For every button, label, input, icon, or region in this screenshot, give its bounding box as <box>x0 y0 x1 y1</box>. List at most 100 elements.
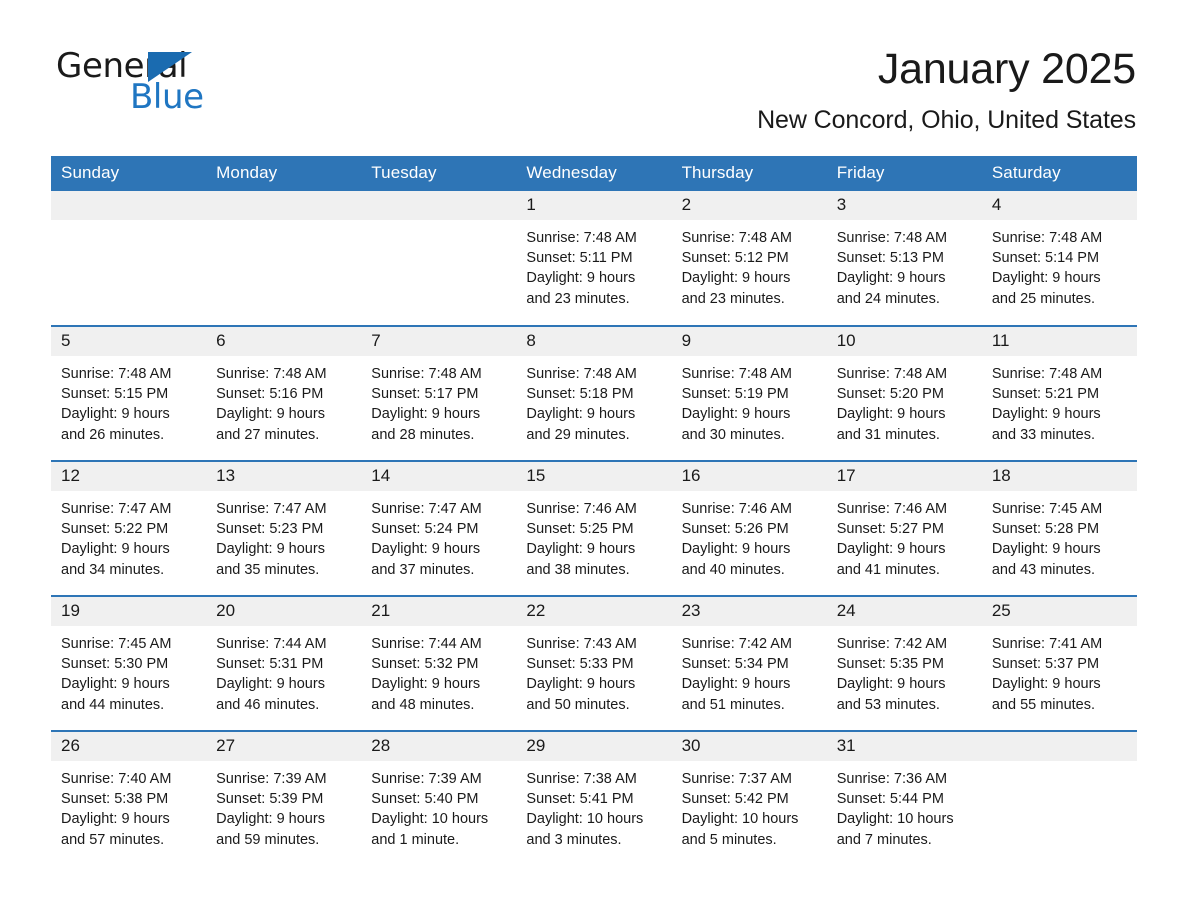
weekday-header-sunday: Sunday <box>51 156 207 191</box>
day-detail-line: Sunset: 5:17 PM <box>371 386 479 403</box>
day-number: 19 <box>51 597 207 626</box>
day-detail-line: and 50 minutes. <box>526 696 630 713</box>
calendar-day-cell[interactable]: 18 Sunrise: 7:45 AM Sunset: 5:28 PM Dayligh… <box>981 460 1137 596</box>
day-detail-line: Daylight: 9 hours <box>371 676 481 693</box>
day-details: Sunrise: 7:43 AM Sunset: 5:33 PM Daylight:… <box>516 626 671 715</box>
calendar-day-cell[interactable]: 6 Sunrise: 7:48 AM Sunset: 5:16 PM Daylight… <box>206 325 362 461</box>
calendar-day-cell[interactable]: 4 Sunrise: 7:48 AM Sunset: 5:14 PM Daylight… <box>981 191 1137 326</box>
page-header: General Blue January 2025 New Concord, O… <box>0 0 1188 156</box>
day-detail-line: Daylight: 9 hours <box>681 406 791 423</box>
day-detail-line: Daylight: 9 hours <box>216 406 325 423</box>
calendar-day-cell-empty <box>981 730 1137 866</box>
day-details: Sunrise: 7:48 AM Sunset: 5:12 PM Daylight:… <box>672 220 827 309</box>
day-details: Sunrise: 7:42 AM Sunset: 5:34 PM Daylight:… <box>672 626 827 715</box>
day-detail-line: Sunrise: 7:45 AM <box>61 636 172 652</box>
day-detail-line: and 31 minutes. <box>836 426 940 443</box>
calendar-day-cell[interactable]: 21 Sunrise: 7:44 AM Sunset: 5:32 PM Dayligh… <box>361 595 517 731</box>
calendar-day-cell[interactable]: 2 Sunrise: 7:48 AM Sunset: 5:12 PM Daylight… <box>671 191 827 326</box>
title-block: January 2025 New Concord, Ohio, United S… <box>757 44 1136 135</box>
calendar-day-cell[interactable]: 3 Sunrise: 7:48 AM Sunset: 5:13 PM Daylight… <box>826 191 982 326</box>
calendar-day-cell[interactable]: 1 Sunrise: 7:48 AM Sunset: 5:11 PM Daylight… <box>516 191 672 326</box>
day-detail-line: Daylight: 9 hours <box>991 541 1101 558</box>
day-detail-line: Sunrise: 7:48 AM <box>526 366 637 382</box>
calendar-day-cell[interactable]: 24 Sunrise: 7:42 AM Sunset: 5:35 PM Dayligh… <box>826 595 982 731</box>
day-number: 11 <box>981 327 1137 356</box>
day-detail-line: Sunrise: 7:37 AM <box>681 771 792 787</box>
day-detail-line: Daylight: 9 hours <box>681 270 791 287</box>
day-detail-line: Sunrise: 7:47 AM <box>371 501 482 517</box>
calendar-day-cell[interactable]: 20 Sunrise: 7:44 AM Sunset: 5:31 PM Dayligh… <box>206 595 362 731</box>
day-detail-line: Sunset: 5:42 PM <box>681 791 789 808</box>
day-detail-line: Daylight: 9 hours <box>371 406 481 423</box>
day-number: 24 <box>826 597 982 626</box>
day-detail-line: Sunset: 5:12 PM <box>681 250 789 267</box>
calendar-day-cell[interactable]: 28 Sunrise: 7:39 AM Sunset: 5:40 PM Dayligh… <box>361 730 517 866</box>
day-details: Sunrise: 7:36 AM Sunset: 5:44 PM Daylight:… <box>827 761 982 850</box>
weekday-header-row: Sunday Monday Tuesday Wednesday Thursday Frid… <box>51 156 1137 191</box>
day-detail-line: Sunset: 5:39 PM <box>216 791 324 808</box>
day-number <box>206 191 362 220</box>
day-detail-line: Sunrise: 7:48 AM <box>526 230 637 246</box>
day-number: 22 <box>516 597 672 626</box>
day-number: 20 <box>206 597 362 626</box>
day-detail-line: and 26 minutes. <box>61 426 165 443</box>
day-detail-line: and 33 minutes. <box>991 426 1096 443</box>
day-details: Sunrise: 7:37 AM Sunset: 5:42 PM Daylight:… <box>672 761 827 850</box>
day-detail-line: and 23 minutes. <box>526 290 630 307</box>
day-detail-line: Daylight: 9 hours <box>991 676 1101 693</box>
day-detail-line: Daylight: 10 hours <box>681 811 799 828</box>
calendar-day-cell[interactable]: 13 Sunrise: 7:47 AM Sunset: 5:23 PM Dayligh… <box>206 460 362 596</box>
calendar-day-cell[interactable]: 16 Sunrise: 7:46 AM Sunset: 5:26 PM Dayligh… <box>671 460 827 596</box>
day-detail-line: Sunrise: 7:46 AM <box>526 501 637 517</box>
day-detail-line: Sunrise: 7:48 AM <box>836 230 948 246</box>
calendar-day-cell[interactable]: 23 Sunrise: 7:42 AM Sunset: 5:34 PM Dayligh… <box>671 595 827 731</box>
calendar-day-cell[interactable]: 5 Sunrise: 7:48 AM Sunset: 5:15 PM Daylight… <box>51 325 207 461</box>
day-detail-line: Sunset: 5:24 PM <box>371 521 479 538</box>
calendar-day-cell[interactable]: 12 Sunrise: 7:47 AM Sunset: 5:22 PM Dayligh… <box>51 460 207 596</box>
day-detail-line: and 44 minutes. <box>61 696 165 713</box>
day-details: Sunrise: 7:44 AM Sunset: 5:32 PM Daylight:… <box>361 626 516 715</box>
calendar-day-cell[interactable]: 22 Sunrise: 7:43 AM Sunset: 5:33 PM Dayligh… <box>516 595 672 731</box>
day-details: Sunrise: 7:46 AM Sunset: 5:25 PM Daylight:… <box>516 491 671 580</box>
day-details: Sunrise: 7:38 AM Sunset: 5:41 PM Daylight:… <box>516 761 671 850</box>
day-number: 15 <box>516 462 672 491</box>
calendar-day-cell[interactable]: 19 Sunrise: 7:45 AM Sunset: 5:30 PM Dayligh… <box>51 595 207 731</box>
day-detail-line: Sunrise: 7:46 AM <box>836 501 948 517</box>
day-detail-line: Sunrise: 7:44 AM <box>216 636 327 652</box>
calendar-day-cell[interactable]: 7 Sunrise: 7:48 AM Sunset: 5:17 PM Daylight… <box>361 325 517 461</box>
day-detail-line: Sunrise: 7:44 AM <box>371 636 482 652</box>
day-detail-line: Daylight: 10 hours <box>526 811 644 828</box>
calendar-day-cell[interactable]: 15 Sunrise: 7:46 AM Sunset: 5:25 PM Dayligh… <box>516 460 672 596</box>
day-detail-line: Sunrise: 7:48 AM <box>61 366 172 382</box>
calendar-day-cell[interactable]: 25 Sunrise: 7:41 AM Sunset: 5:37 PM Dayligh… <box>981 595 1137 731</box>
day-number: 10 <box>826 327 982 356</box>
calendar-day-cell[interactable]: 14 Sunrise: 7:47 AM Sunset: 5:24 PM Dayligh… <box>361 460 517 596</box>
day-details: Sunrise: 7:48 AM Sunset: 5:19 PM Daylight:… <box>672 356 827 445</box>
day-details: Sunrise: 7:47 AM Sunset: 5:23 PM Daylight:… <box>206 491 361 580</box>
calendar-day-cell[interactable]: 27 Sunrise: 7:39 AM Sunset: 5:39 PM Dayligh… <box>206 730 362 866</box>
day-details: Sunrise: 7:48 AM Sunset: 5:17 PM Daylight:… <box>361 356 516 445</box>
calendar-day-cell[interactable]: 8 Sunrise: 7:48 AM Sunset: 5:18 PM Daylight… <box>516 325 672 461</box>
calendar-day-cell[interactable]: 29 Sunrise: 7:38 AM Sunset: 5:41 PM Dayligh… <box>516 730 672 866</box>
day-detail-line: Sunset: 5:33 PM <box>526 656 634 673</box>
calendar-day-cell[interactable]: 31 Sunrise: 7:36 AM Sunset: 5:44 PM Dayligh… <box>826 730 982 866</box>
day-detail-line: Daylight: 9 hours <box>371 541 481 558</box>
calendar-day-cell[interactable]: 30 Sunrise: 7:37 AM Sunset: 5:42 PM Dayligh… <box>671 730 827 866</box>
day-detail-line: Daylight: 9 hours <box>681 541 791 558</box>
calendar-day-cell[interactable]: 11 Sunrise: 7:48 AM Sunset: 5:21 PM Dayligh… <box>981 325 1137 461</box>
day-detail-line: and 34 minutes. <box>61 561 165 578</box>
calendar-week-row: 5 Sunrise: 7:48 AM Sunset: 5:15 PM Daylight… <box>51 325 1137 461</box>
calendar-day-cell[interactable]: 17 Sunrise: 7:46 AM Sunset: 5:27 PM Dayligh… <box>826 460 982 596</box>
day-number: 4 <box>981 191 1137 220</box>
calendar-day-cell[interactable]: 10 Sunrise: 7:48 AM Sunset: 5:20 PM Dayligh… <box>826 325 982 461</box>
day-detail-line: Sunrise: 7:48 AM <box>991 230 1103 246</box>
day-detail-line: Sunset: 5:13 PM <box>836 250 944 267</box>
calendar-day-cell[interactable]: 9 Sunrise: 7:48 AM Sunset: 5:19 PM Daylight… <box>671 325 827 461</box>
day-detail-line: Daylight: 9 hours <box>681 676 791 693</box>
day-detail-line: and 23 minutes. <box>681 290 785 307</box>
day-number: 5 <box>51 327 207 356</box>
day-detail-line: Daylight: 9 hours <box>61 541 170 558</box>
day-detail-line: Sunset: 5:18 PM <box>526 386 634 403</box>
day-number: 3 <box>826 191 982 220</box>
calendar-day-cell[interactable]: 26 Sunrise: 7:40 AM Sunset: 5:38 PM Dayligh… <box>51 730 207 866</box>
